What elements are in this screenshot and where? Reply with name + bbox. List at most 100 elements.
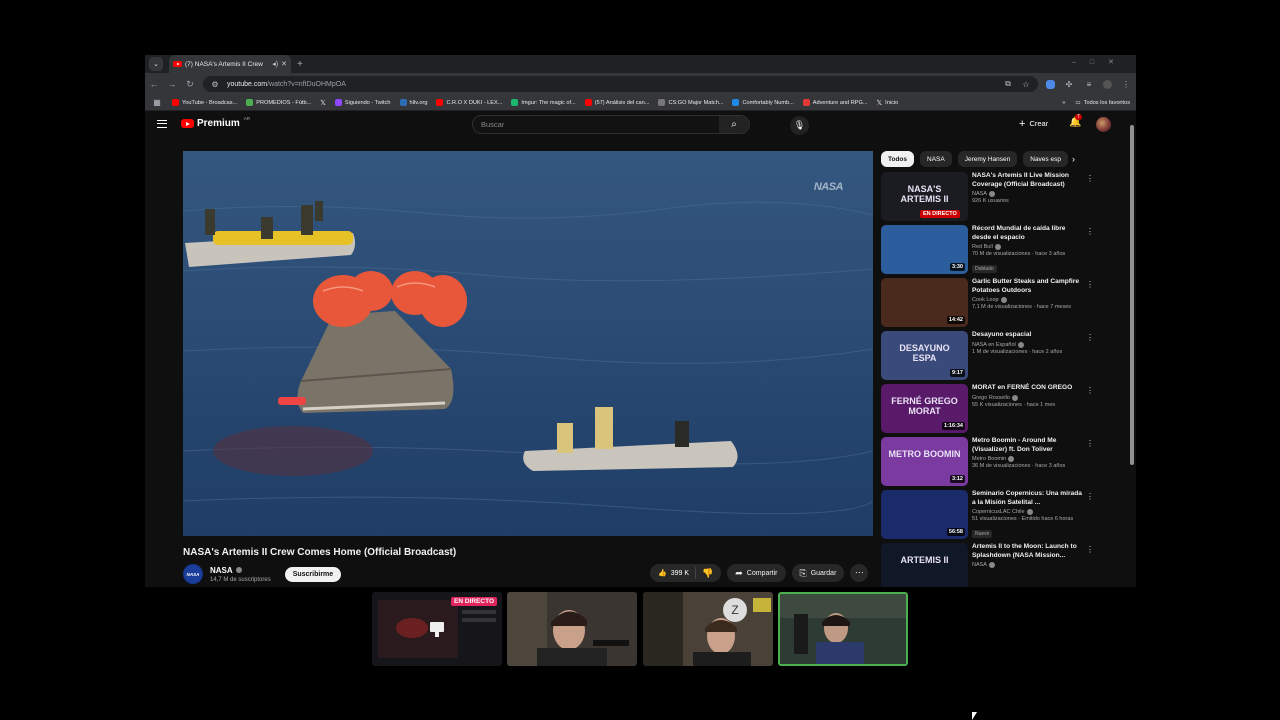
bookmark-item[interactable]: Comfortably Numb...: [732, 99, 794, 106]
all-bookmarks-folder[interactable]: ▭ Todos los favoritos: [1075, 100, 1130, 106]
notifications-button[interactable]: 🔔 7: [1069, 114, 1082, 128]
bookmark-item[interactable]: Imgur: The magic of...: [511, 99, 576, 106]
bookmark-item[interactable]: PROMEDIOS - Fútb...: [246, 99, 311, 106]
extension-icon[interactable]: [1046, 79, 1055, 89]
chip-jeremy-hansen[interactable]: Jeremy Hansen: [957, 151, 1018, 167]
recommendation-channel-row[interactable]: Red Bull: [972, 244, 1086, 250]
media-control-icon[interactable]: ≡: [1083, 80, 1095, 89]
bookmark-item[interactable]: 𝕏: [320, 99, 326, 107]
recommendation-channel-row[interactable]: Grego Rossello: [972, 394, 1086, 401]
create-button[interactable]: + Crear: [1019, 118, 1048, 129]
recommendation-channel-row[interactable]: Cook Loop: [972, 297, 1086, 303]
recommendation-title[interactable]: Garlic Butter Steaks and Campfire Potato…: [972, 278, 1086, 295]
bookmark-item[interactable]: 𝕏 Inicio: [877, 99, 899, 107]
chip-nasa[interactable]: NASA: [920, 151, 952, 167]
apps-grid-icon[interactable]: ▦: [151, 98, 163, 107]
subscribe-button[interactable]: Suscribirme: [284, 566, 342, 582]
channel-avatar[interactable]: NASA: [183, 564, 203, 584]
recommendation-title[interactable]: Récord Mundial de caída libre desde el e…: [972, 225, 1086, 242]
video-thumbnail[interactable]: DESAYUNO ESPA 9:17: [881, 331, 968, 380]
bookmark-item[interactable]: YouTube - Broadcas...: [172, 99, 237, 106]
more-vert-icon[interactable]: ⋮: [1086, 386, 1094, 395]
more-vert-icon[interactable]: ⋮: [1086, 280, 1094, 289]
new-tab-icon[interactable]: +: [297, 59, 303, 70]
more-actions-button[interactable]: ···: [850, 564, 869, 582]
bookmark-item[interactable]: Siguiendo - Twitch: [334, 99, 391, 106]
bookmark-item[interactable]: hltv.org: [399, 99, 427, 106]
recommendation-item[interactable]: DESAYUNO ESPA 9:17 Desayuno espacial NASA…: [881, 331, 1101, 384]
recommendation-title[interactable]: Artemis II to the Moon: Launch to Splash…: [972, 543, 1086, 560]
more-vert-icon[interactable]: ⋮: [1086, 174, 1094, 183]
forward-icon[interactable]: →: [167, 79, 177, 89]
share-button[interactable]: ➦ Compartir: [727, 564, 786, 582]
video-thumbnail[interactable]: FERNÉ GREGO MORAT 1:16:34: [881, 384, 968, 433]
more-vert-icon[interactable]: ⋮: [1086, 333, 1094, 342]
dislike-button[interactable]: 👎: [696, 568, 721, 579]
tab-search-icon[interactable]: ⌄: [149, 57, 163, 71]
voice-search-button[interactable]: 🎙: [790, 116, 809, 135]
recommendation-item[interactable]: 14:42 Garlic Butter Steaks and Campfire …: [881, 278, 1101, 331]
scrollbar-thumb[interactable]: [1130, 125, 1134, 465]
site-info-icon[interactable]: ⚙: [209, 80, 221, 89]
recommendation-item[interactable]: 56:58 Seminario Copernicus: Una mirada a…: [881, 490, 1101, 543]
participant-cam-stream[interactable]: EN DIRECTO: [372, 592, 502, 666]
menu-hamburger-icon[interactable]: [157, 120, 167, 128]
recommendation-title[interactable]: NASA's Artemis II Live Mission Coverage …: [972, 172, 1086, 189]
scrollbar[interactable]: [1130, 117, 1134, 517]
save-button[interactable]: ⎘ Guardar: [791, 564, 845, 582]
recommendation-channel-row[interactable]: Metro Boomin: [972, 456, 1086, 462]
bookmark-star-icon[interactable]: ☆: [1020, 80, 1032, 89]
extensions-puzzle-icon[interactable]: ✣: [1063, 80, 1075, 89]
participant-cam[interactable]: Z: [643, 592, 773, 666]
search-button[interactable]: ⌕: [719, 116, 749, 133]
tab-active[interactable]: (7) NASA's Artemis II Crew ◂) ✕: [169, 55, 291, 73]
address-bar[interactable]: ⚙ youtube.com/watch?v=nftDuOHMpOA ⧉ ☆: [203, 76, 1038, 92]
search-input[interactable]: [473, 120, 719, 129]
reload-icon[interactable]: ↻: [185, 79, 195, 90]
like-button[interactable]: 👍 399 K: [650, 567, 697, 579]
more-vert-icon[interactable]: ⋮: [1086, 545, 1094, 554]
chip-all[interactable]: Todos: [881, 151, 915, 167]
participant-cam[interactable]: [507, 592, 637, 666]
bookmark-item[interactable]: Adventure and RPG...: [802, 99, 868, 106]
recommendation-channel-row[interactable]: NASA: [972, 562, 1086, 568]
close-tab-icon[interactable]: ✕: [281, 60, 287, 68]
profile-icon[interactable]: [1103, 79, 1112, 89]
video-player[interactable]: NASA: [183, 151, 873, 536]
avatar[interactable]: [1096, 117, 1111, 132]
recommendation-channel-row[interactable]: NASA en Español: [972, 341, 1086, 348]
recommendation-item[interactable]: FERNÉ GREGO MORAT 1:16:34 MORAT en FERNÉ …: [881, 384, 1101, 437]
install-icon[interactable]: ⧉: [1002, 79, 1014, 89]
more-vert-icon[interactable]: ⋮: [1086, 439, 1094, 448]
chip-naves[interactable]: Naves esp: [1023, 151, 1068, 167]
video-thumbnail[interactable]: ARTEMIS II: [881, 543, 968, 587]
recommendation-channel-row[interactable]: CopernicusLAC Chile: [972, 509, 1086, 515]
bookmark-item[interactable]: (57) Análisis del can...: [584, 99, 649, 106]
recommendation-channel-row[interactable]: NASA: [972, 191, 1086, 197]
menu-kebab-icon[interactable]: ⋮: [1120, 80, 1132, 89]
recommendation-title[interactable]: Metro Boomin - Around Me (Visualizer) ft…: [972, 437, 1086, 454]
more-vert-icon[interactable]: ⋮: [1086, 492, 1094, 501]
video-thumbnail[interactable]: 3:30: [881, 225, 968, 274]
recommendation-item[interactable]: 3:30 Récord Mundial de caída libre desde…: [881, 225, 1101, 278]
channel-name-row[interactable]: NASA: [210, 566, 271, 575]
youtube-premium-logo[interactable]: Premium AR: [181, 116, 250, 129]
chevron-right-icon[interactable]: ›: [1072, 154, 1075, 164]
recommendation-title[interactable]: Desayuno espacial: [972, 331, 1086, 340]
bookmark-item[interactable]: C.R.O X DUKI - LEX...: [436, 99, 502, 106]
recommendation-item[interactable]: METRO BOOMIN 3:12 Metro Boomin - Around M…: [881, 437, 1101, 490]
recommendation-item[interactable]: ARTEMIS II Artemis II to the Moon: Launc…: [881, 543, 1101, 587]
video-thumbnail[interactable]: METRO BOOMIN 3:12: [881, 437, 968, 486]
video-thumbnail[interactable]: 56:58: [881, 490, 968, 539]
back-icon[interactable]: ←: [149, 79, 159, 89]
recommendation-title[interactable]: Seminario Copernicus: Una mirada a la Mi…: [972, 490, 1086, 507]
more-bookmarks-icon[interactable]: »: [1062, 100, 1065, 106]
video-thumbnail[interactable]: 14:42: [881, 278, 968, 327]
speaker-icon[interactable]: ◂): [272, 60, 278, 68]
participant-cam-active-speaker[interactable]: [778, 592, 908, 666]
recommendation-item[interactable]: NASA'S ARTEMIS II EN DIRECTO NASA's Artem…: [881, 172, 1101, 225]
recommendation-title[interactable]: MORAT en FERNÉ CON GREGO: [972, 384, 1086, 393]
bookmark-item[interactable]: CS:GO Major Match...: [658, 99, 723, 106]
video-thumbnail[interactable]: NASA'S ARTEMIS II EN DIRECTO: [881, 172, 968, 221]
more-vert-icon[interactable]: ⋮: [1086, 227, 1094, 236]
